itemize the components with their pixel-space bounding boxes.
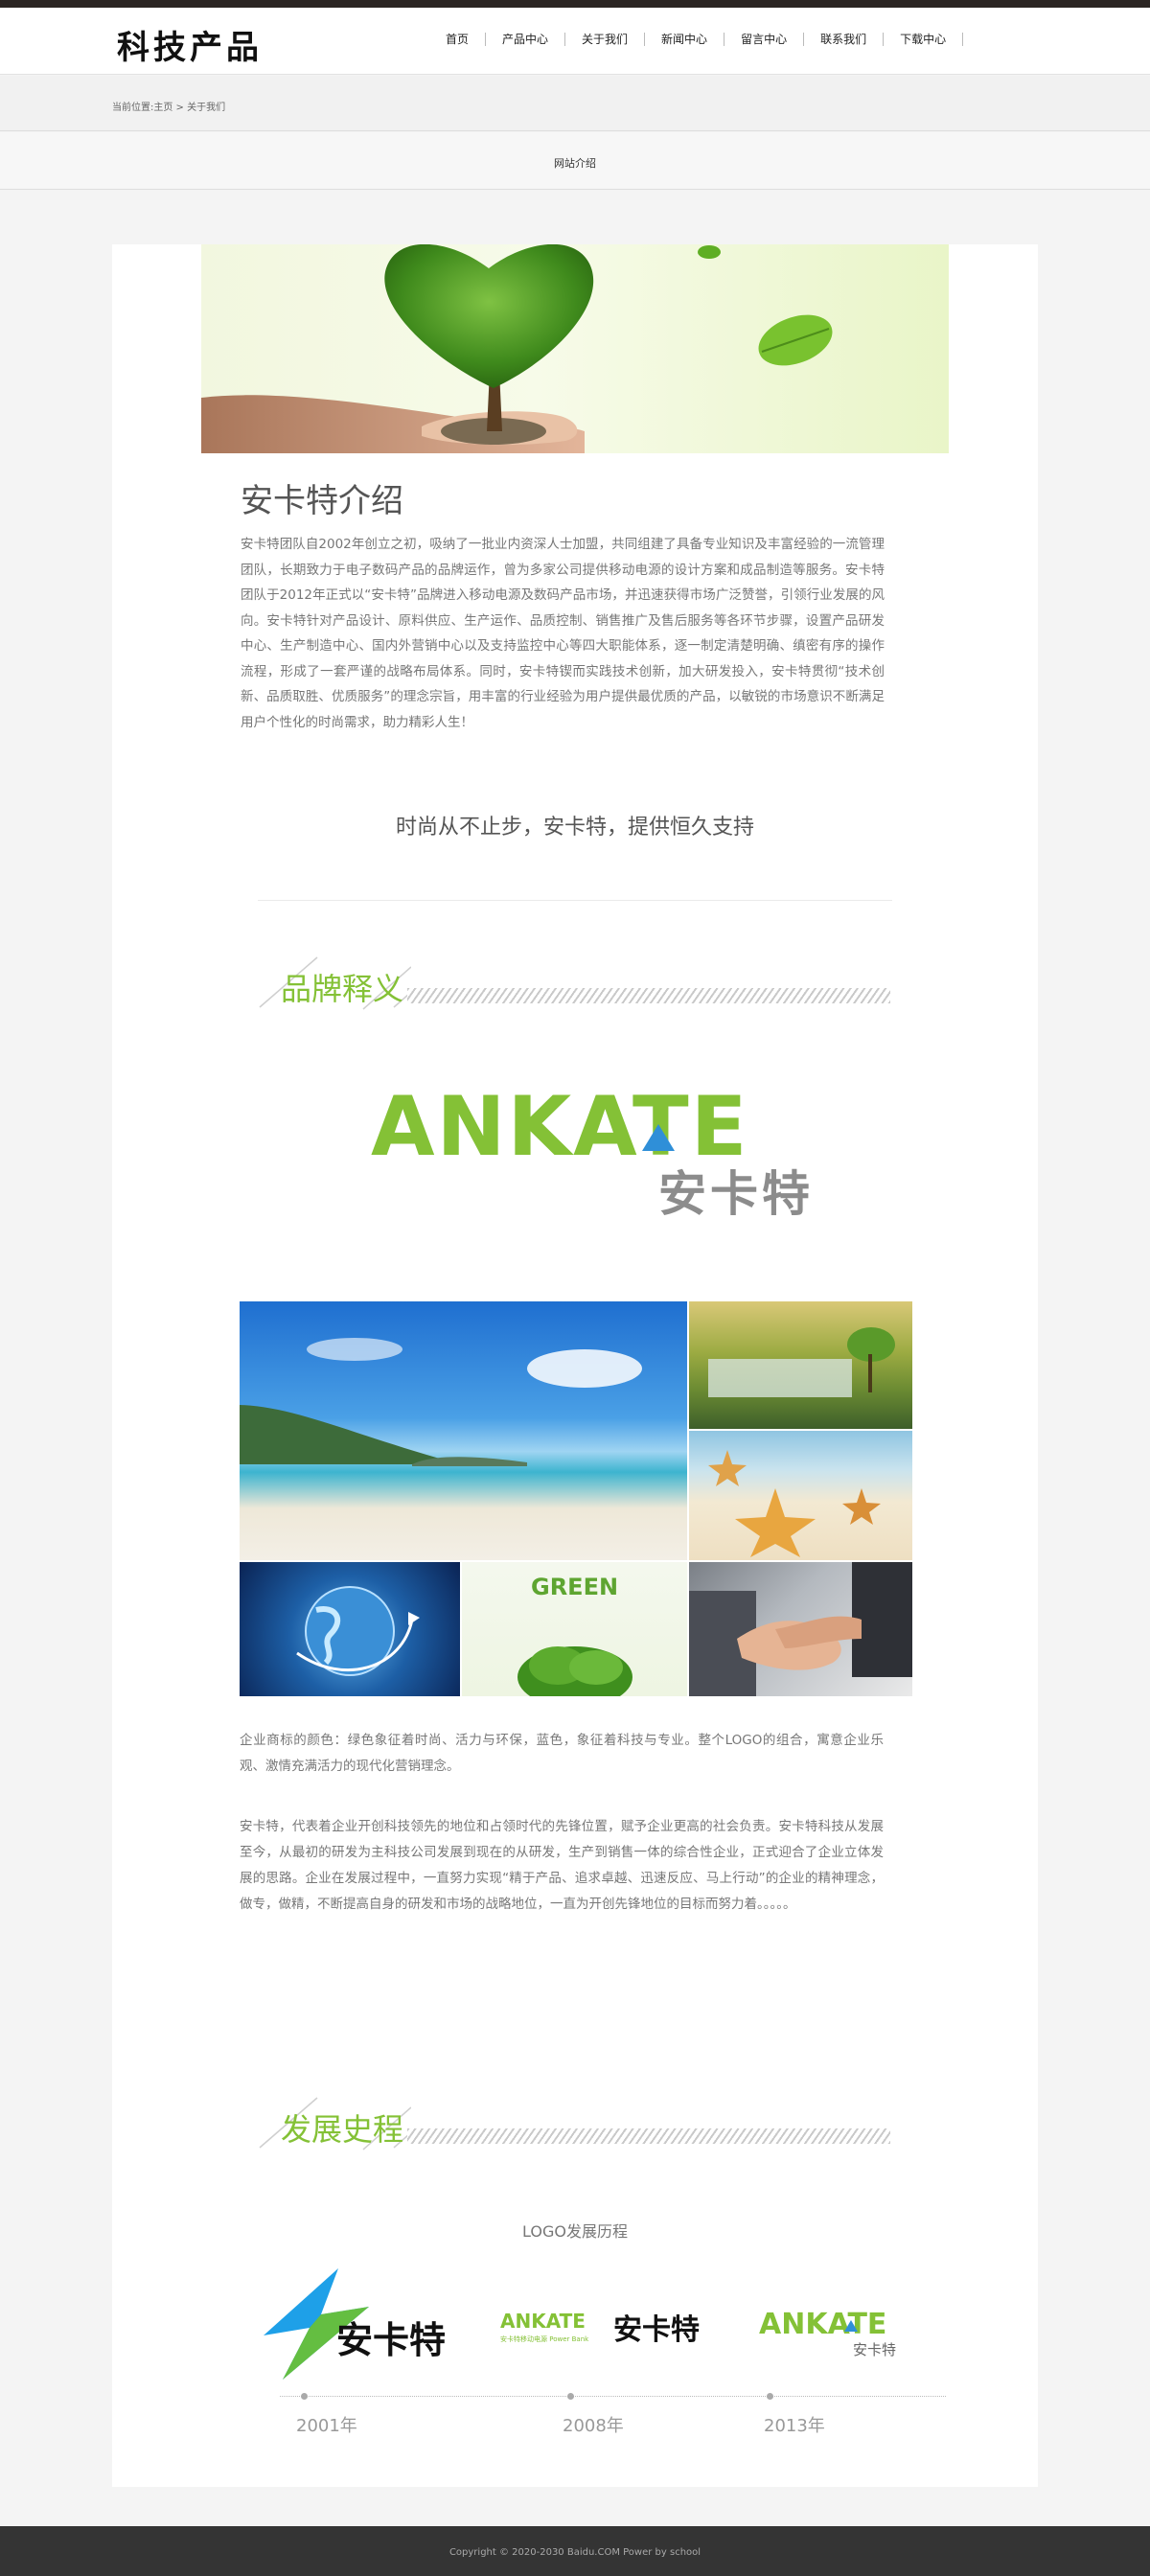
hatched-line [407,988,890,1003]
ankate-logo: ANKATE 安卡特 [371,1079,850,1222]
gallery-handshake-image [689,1562,912,1696]
history-section-header: 发展史程 [258,2094,892,2153]
image-gallery: GREEN [240,1301,912,1696]
logo-history-label: LOGO发展历程 [522,2222,628,2241]
tree-in-hand-illustration [201,244,833,453]
starfish-illustration [708,1450,881,1557]
logo-2008: ANKATE 安卡特移动电源 Power Bank 安卡特 [500,2310,700,2347]
slogan: 时尚从不止步，安卡特，提供恒久支持 [395,816,754,840]
ankate-logo-graphic: ANKATE 安卡特 [371,1079,814,1222]
handshake-illustration [689,1562,912,1696]
year-2008: 2008年 [563,2416,624,2436]
timeline-dot [767,2393,773,2400]
timeline-dot [301,2393,308,2400]
gallery-starfish-image [689,1431,912,1560]
logo-2001: 安卡特 [264,2268,446,2380]
gallery-waterfall-image [689,1301,912,1429]
logo-2013-cn: 安卡特 [853,2341,896,2358]
globe-illustration [296,1586,420,1676]
gallery-green-text: GREEN [531,1574,618,1600]
content-panel: 安卡特介绍 安卡特团队自2002年创立之初，吸纳了一批业内资深人士加盟，共同组建… [112,244,1038,2487]
brand-meaning-paragraph: 安卡特，代表着企业开创科技领先的地位和占领时代的先锋位置，赋予企业更高的社会负责… [240,1819,884,1912]
gallery-beach-image [240,1301,687,1560]
nav-item-guestbook[interactable]: 留言中心 [724,33,805,46]
timeline [280,2393,946,2400]
logo-2008-small: 安卡特移动电源 Power Bank [500,2334,589,2343]
brand-section-title: 品牌释义 [281,971,404,1007]
nav-item-home[interactable]: 首页 [429,33,487,46]
nav-item-download[interactable]: 下载中心 [884,33,964,46]
breadcrumb-separator: > [172,103,188,113]
breadcrumb-home-link[interactable]: 主页 [153,103,172,113]
breadcrumb-prefix: 当前位置: [112,103,154,113]
site-header: 科技产品 首页 产品中心 关于我们 新闻中心 留言中心 联系我们 下载中心 [0,8,1150,75]
divider [258,900,892,901]
waterfall-illustration [708,1327,895,1397]
main-nav: 首页 产品中心 关于我们 新闻中心 留言中心 联系我们 下载中心 [429,33,964,46]
history-section-title: 发展史程 [281,2111,404,2148]
brand-section-header: 品牌释义 [258,954,892,1013]
logo-2008-en: ANKATE [500,2310,586,2333]
gallery-globe-image [240,1562,460,1696]
green-tree-illustration: GREEN [518,1574,632,1696]
logo-2013-en: ANKATE [759,2308,886,2341]
banner-image [201,244,949,453]
nav-item-products[interactable]: 产品中心 [486,33,566,46]
logo-2001-cn: 安卡特 [336,2319,446,2361]
site-logo[interactable]: 科技产品 [117,21,263,68]
brand-color-paragraph: 企业商标的颜色：绿色象征着时尚、活力与环保，蓝色，象征着科技与专业。整个LOGO… [240,1733,884,1774]
nav-item-news[interactable]: 新闻中心 [645,33,725,46]
intro-paragraph: 安卡特团队自2002年创立之初，吸纳了一批业内资深人士加盟，共同组建了具备专业知… [241,537,885,730]
nav-item-about[interactable]: 关于我们 [565,33,646,46]
year-2013: 2013年 [764,2416,825,2436]
breadcrumb-current[interactable]: 关于我们 [187,103,225,113]
gallery-green-image: GREEN [462,1562,687,1696]
breadcrumb-bar: 当前位置:主页 > 关于我们 [0,76,1150,131]
breadcrumb: 当前位置:主页 > 关于我们 [112,99,225,113]
nav-item-contact[interactable]: 联系我们 [804,33,885,46]
logo-cn-text: 安卡特 [658,1166,814,1222]
hatched-line [407,2128,890,2144]
subnav-item-site-intro[interactable]: 网站介绍 [0,155,1150,171]
beach-illustration [240,1338,642,1466]
subnav-bar: 网站介绍 [0,132,1150,190]
logo-2008-cn: 安卡特 [613,2313,700,2347]
year-2001: 2001年 [296,2416,357,2436]
copyright-text: Copyright © 2020-2030 Baidu.COM Power by… [448,2547,702,2558]
site-footer: Copyright © 2020-2030 Baidu.COM Power by… [0,2526,1150,2576]
timeline-dot [567,2393,574,2400]
intro-title: 安卡特介绍 [241,482,403,520]
logo-en-text: ANKATE [371,1088,748,1175]
logo-2013: ANKATE 安卡特 [759,2308,896,2358]
top-strip [0,0,1150,8]
